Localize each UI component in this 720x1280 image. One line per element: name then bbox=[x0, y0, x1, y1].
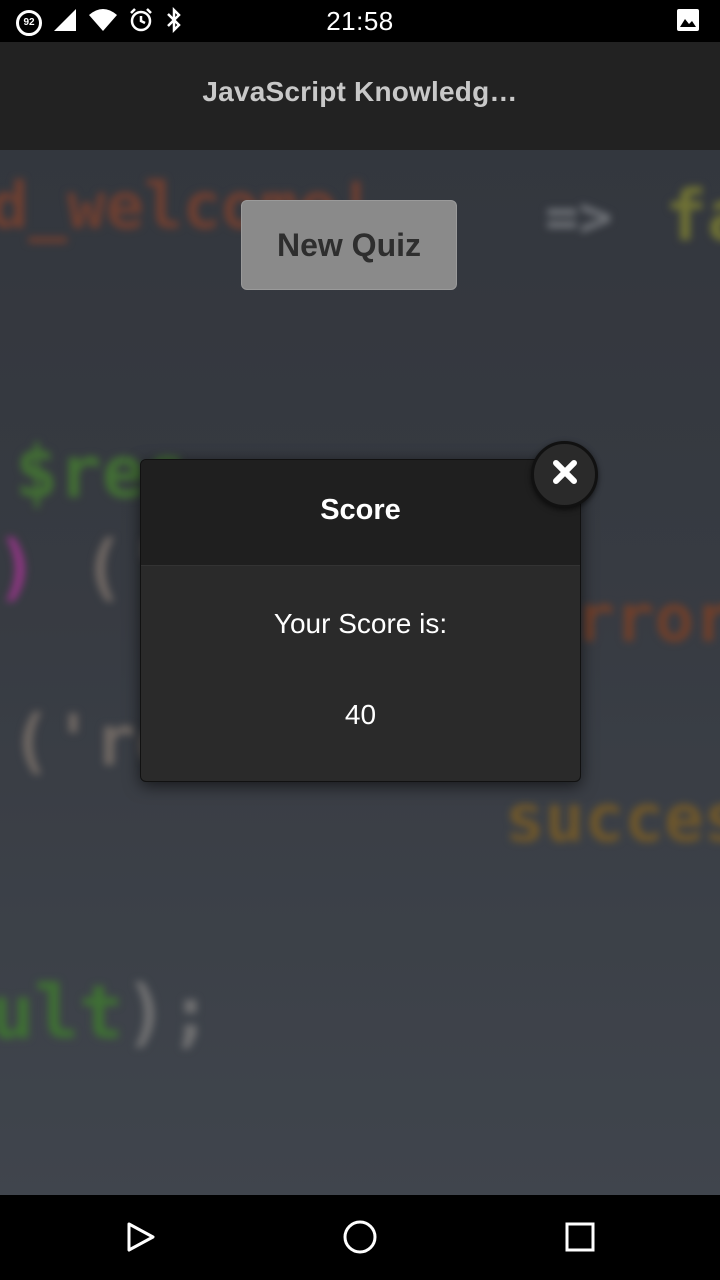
score-value: 40 bbox=[344, 699, 377, 730]
close-modal-button[interactable] bbox=[531, 441, 598, 508]
score-label: Your Score is: bbox=[273, 608, 448, 639]
image-notification-icon bbox=[676, 8, 700, 37]
recents-icon bbox=[564, 1221, 596, 1258]
recents-button[interactable] bbox=[556, 1215, 604, 1263]
modal-title: Score bbox=[141, 460, 580, 566]
navigation-bar bbox=[0, 1195, 720, 1280]
back-icon bbox=[124, 1221, 156, 1258]
modal-body: Your Score is: 40 bbox=[141, 566, 580, 781]
home-button[interactable] bbox=[336, 1215, 384, 1263]
home-icon bbox=[342, 1219, 378, 1260]
app-bar: JavaScript Knowledg… bbox=[0, 42, 720, 150]
app-title: JavaScript Knowledg… bbox=[202, 76, 518, 107]
status-icons-right bbox=[676, 8, 700, 37]
back-button[interactable] bbox=[116, 1215, 164, 1263]
status-bar: 92 21:58 bbox=[0, 0, 720, 42]
score-modal: Score Your Score is: 40 bbox=[140, 459, 581, 782]
new-quiz-button[interactable]: New Quiz bbox=[241, 200, 457, 290]
close-icon bbox=[550, 457, 580, 492]
status-clock: 21:58 bbox=[326, 6, 394, 36]
